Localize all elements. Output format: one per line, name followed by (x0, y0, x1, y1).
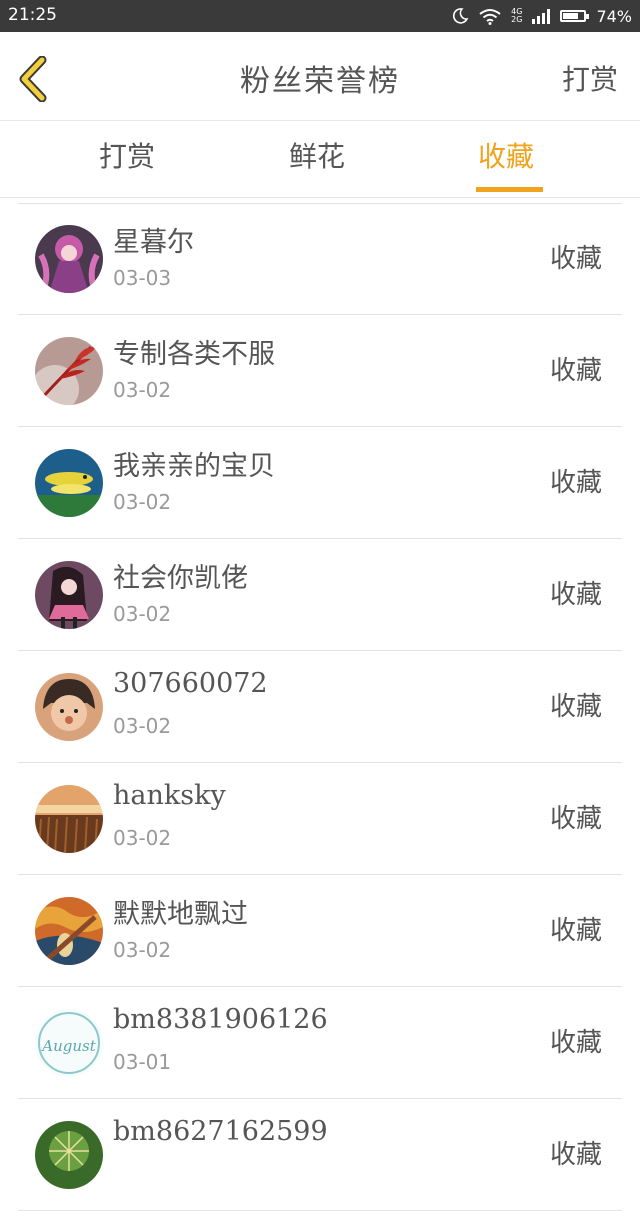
tab-reward[interactable]: 打赏 (99, 135, 155, 175)
signal-icon (532, 8, 551, 24)
fan-action: 收藏 (549, 580, 602, 610)
avatar (35, 337, 103, 405)
status-time: 21:25 (8, 5, 57, 25)
network-bottom-label: 2G (511, 15, 523, 24)
list-item[interactable]: bm8627162599 收藏 (18, 1099, 622, 1211)
nav-header: 粉丝荣誉榜 打赏 (0, 32, 640, 121)
status-icons: 4G 2G 74% (451, 4, 632, 28)
fan-name: hanksky (113, 780, 226, 811)
fan-name: 社会你凯佬 (113, 563, 248, 594)
fan-action: 收藏 (549, 1140, 602, 1170)
page-title: 粉丝荣誉榜 (240, 64, 400, 99)
list-item[interactable]: 社会你凯佬 03-02 收藏 (18, 539, 622, 651)
fan-name: 默默地飘过 (113, 899, 248, 930)
active-tab-indicator (476, 187, 543, 192)
fan-date: 03-02 (113, 714, 172, 738)
list-item[interactable]: 星暮尔 03-03 收藏 (18, 203, 622, 315)
fan-action: 收藏 (549, 356, 602, 386)
fan-date: 03-02 (113, 826, 172, 850)
fan-action: 收藏 (549, 916, 602, 946)
avatar-text: August (40, 1037, 96, 1055)
avatar: August (35, 1009, 103, 1077)
avatar (35, 561, 103, 629)
fan-action: 收藏 (549, 804, 602, 834)
fan-name: bm8381906126 (113, 1004, 328, 1035)
avatar (35, 897, 103, 965)
avatar (35, 225, 103, 293)
list-item[interactable]: 我亲亲的宝贝 03-02 收藏 (18, 427, 622, 539)
network-type: 4G 2G (511, 8, 522, 24)
fan-action: 收藏 (549, 468, 602, 498)
fan-date: 03-02 (113, 602, 172, 626)
fan-name: 307660072 (113, 668, 268, 699)
fan-date: 03-02 (113, 938, 172, 962)
fan-name: 我亲亲的宝贝 (113, 451, 275, 482)
fan-action: 收藏 (549, 244, 602, 274)
wifi-icon (479, 9, 501, 25)
tab-flowers[interactable]: 鲜花 (289, 135, 345, 175)
list-item[interactable]: August bm8381906126 03-01 收藏 (18, 987, 622, 1099)
fan-date: 03-02 (113, 378, 172, 402)
battery-percent: 74% (596, 6, 632, 26)
reward-button[interactable]: 打赏 (562, 58, 618, 98)
fan-action: 收藏 (549, 692, 602, 722)
list-item[interactable]: 307660072 03-02 收藏 (18, 651, 622, 763)
tab-bar: 打赏 鲜花 收藏 (0, 121, 640, 198)
fan-date: 03-01 (113, 1050, 172, 1074)
avatar (35, 673, 103, 741)
list-item[interactable]: 专制各类不服 03-02 收藏 (18, 315, 622, 427)
fan-name: 专制各类不服 (113, 339, 275, 370)
avatar (35, 449, 103, 517)
battery-icon (560, 10, 590, 22)
avatar (35, 1121, 103, 1189)
list-item[interactable]: hanksky 03-02 收藏 (18, 763, 622, 875)
moon-icon (453, 8, 469, 24)
fan-name: 星暮尔 (113, 227, 194, 258)
fan-date: 03-03 (113, 266, 172, 290)
fan-action: 收藏 (549, 1028, 602, 1058)
fan-name: bm8627162599 (113, 1116, 328, 1147)
tab-favorites[interactable]: 收藏 (478, 135, 534, 175)
fan-date: 03-02 (113, 490, 172, 514)
list-item[interactable]: 默默地飘过 03-02 收藏 (18, 875, 622, 987)
avatar (35, 785, 103, 853)
status-bar: 21:25 4G 2G 74% (0, 0, 640, 32)
fan-list: 星暮尔 03-03 收藏 专制各类不服 03-02 收藏 我亲亲的宝贝 03-0… (18, 203, 622, 1211)
